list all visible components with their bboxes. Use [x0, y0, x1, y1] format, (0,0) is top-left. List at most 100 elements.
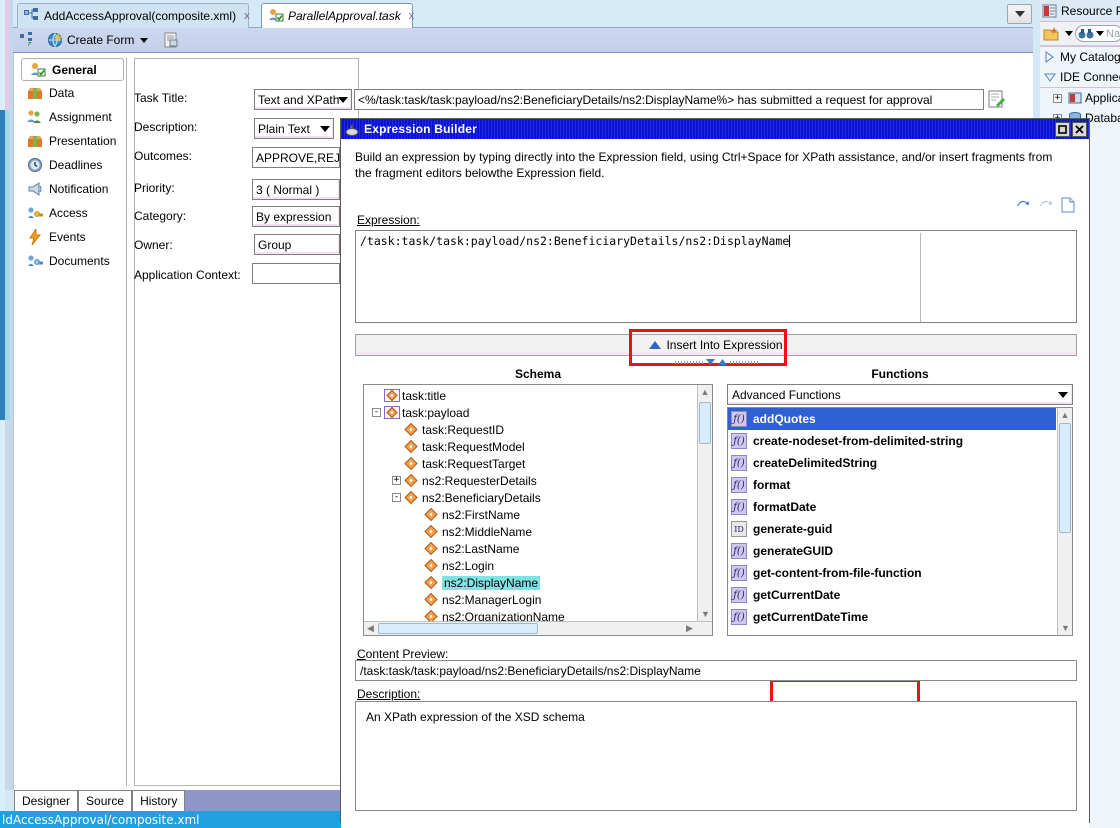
sidebar-item-general[interactable]: General	[21, 58, 124, 81]
notification-icon	[27, 181, 43, 197]
general-icon	[30, 62, 46, 78]
functions-category-select[interactable]: Advanced Functions	[727, 384, 1073, 405]
schema-tree-node[interactable]: - ns2:BeneficiaryDetails	[366, 489, 696, 506]
function-list-item[interactable]: ƒ() getCurrentDate	[728, 584, 1056, 606]
sidebar-item-assignment[interactable]: Assignment	[19, 105, 126, 129]
close-icon[interactable]	[1072, 121, 1087, 137]
function-list-item[interactable]: ƒ() addQuotes	[728, 408, 1056, 430]
tree-collapse-icon[interactable]: -	[372, 408, 381, 417]
chevron-down-icon[interactable]	[140, 37, 149, 43]
tree-expander-icon[interactable]: +	[1053, 93, 1062, 103]
chevron-down-icon[interactable]	[1065, 31, 1073, 36]
resource-row-applica[interactable]: + Applica	[1040, 88, 1120, 108]
function-list-item[interactable]: ID generate-guid	[728, 518, 1056, 540]
description-type-combo[interactable]: Plain Text	[254, 118, 334, 139]
function-list-item[interactable]: ƒ() get-content-from-file-function	[728, 562, 1056, 584]
priority-combo[interactable]: 3 ( Normal )	[252, 179, 340, 200]
schema-vscroll-thumb[interactable]	[699, 402, 711, 444]
sidebar-item-data[interactable]: Data	[19, 81, 126, 105]
insert-into-expression-button[interactable]: Insert Into Expression	[355, 334, 1077, 356]
schema-tree-node[interactable]: + ns2:RequesterDetails	[366, 472, 696, 489]
create-form-button[interactable]: Create Form	[44, 30, 151, 51]
function-list-item[interactable]: ƒ() createDelimitedString	[728, 452, 1056, 474]
form-row-application-context: Application Context:	[134, 264, 241, 286]
schema-tree-node[interactable]: ns2:DisplayName	[366, 574, 696, 591]
function-list-item[interactable]: ƒ() generateGUID	[728, 540, 1056, 562]
bottom-tab-designer[interactable]: Designer	[14, 790, 79, 811]
scroll-left-icon[interactable]: ◀	[364, 622, 377, 635]
function-list-item[interactable]: ƒ() formatDate	[728, 496, 1056, 518]
schema-tree-hscrollbar[interactable]: ◀ ▶	[364, 621, 712, 635]
task-title-edit-button[interactable]	[988, 90, 1006, 108]
sidebar-item-presentation[interactable]: Presentation	[19, 129, 126, 153]
function-list-item[interactable]: ƒ() create-nodeset-from-delimited-string	[728, 430, 1056, 452]
sidebar-item-documents[interactable]: Documents	[19, 249, 126, 273]
new-document-icon[interactable]	[1061, 197, 1075, 216]
bottom-tab-label: History	[140, 794, 178, 808]
bottom-tab-history[interactable]: History	[132, 790, 186, 811]
editor-tab-task-close-icon[interactable]: x	[409, 10, 415, 22]
deadlines-icon	[27, 157, 43, 173]
collapse-up-icon[interactable]	[717, 359, 727, 366]
schema-tree-node[interactable]: task:RequestID	[366, 421, 696, 438]
sidebar-item-deadlines[interactable]: Deadlines	[19, 153, 126, 177]
schema-tree-node[interactable]: ns2:MiddleName	[366, 523, 696, 540]
refresh-composite-button[interactable]	[17, 30, 39, 51]
sidebar-item-access[interactable]: Access	[19, 201, 126, 225]
task-title-type-combo[interactable]: Text and XPath	[254, 89, 352, 110]
description-section-label: Description:	[357, 687, 420, 701]
schema-tree-vscrollbar[interactable]: ▲ ▼	[697, 385, 712, 635]
schema-tree-node-label: task:payload	[402, 405, 470, 420]
schema-tree-node[interactable]: ns2:LastName	[366, 540, 696, 557]
redo-icon[interactable]	[1038, 197, 1054, 216]
schema-tree-node[interactable]: task:RequestModel	[366, 438, 696, 455]
functions-list[interactable]: ƒ() addQuotes ƒ() create-nodeset-from-delim…	[727, 407, 1073, 636]
schema-tree-node[interactable]: ns2:ManagerLogin	[366, 591, 696, 608]
left-accent-bar	[0, 110, 5, 420]
scroll-down-icon[interactable]: ▼	[698, 607, 712, 621]
bottom-tab-source[interactable]: Source	[78, 790, 133, 811]
schema-tree-node[interactable]: task:title	[366, 387, 696, 404]
new-connection-icon[interactable]	[1043, 26, 1061, 42]
element-bracket-icon	[384, 389, 400, 402]
scroll-down-icon[interactable]: ▼	[1058, 621, 1072, 635]
sidebar-item-notification[interactable]: Notification	[19, 177, 126, 201]
tree-expand-icon[interactable]: +	[392, 476, 401, 485]
resource-search-box[interactable]: Na	[1075, 25, 1120, 42]
category-combo[interactable]: By expression	[252, 206, 340, 227]
schema-hscroll-thumb[interactable]	[378, 623, 538, 634]
panel-splitter[interactable]	[666, 358, 766, 367]
chevron-down-icon	[338, 96, 348, 103]
scroll-up-icon[interactable]: ▲	[698, 385, 712, 399]
dialog-title-bar[interactable]: Expression Builder	[341, 119, 1089, 139]
outcomes-input[interactable]: APPROVE,REJECT	[252, 147, 340, 168]
application-context-input[interactable]	[252, 263, 340, 284]
task-title-input[interactable]: <%/task:task/task:payload/ns2:Beneficiar…	[354, 89, 984, 110]
tree-collapse-icon[interactable]: -	[392, 493, 401, 502]
undo-icon[interactable]	[1015, 197, 1031, 216]
function-list-item[interactable]: ƒ() getCurrentDateTime	[728, 606, 1056, 628]
scroll-right-icon[interactable]: ▶	[683, 622, 696, 635]
owner-combo[interactable]: Group	[254, 234, 340, 255]
editor-tab-composite[interactable]: AddAccessApproval(composite.xml) x	[17, 3, 250, 28]
schema-tree-node[interactable]: - task:payload	[366, 404, 696, 421]
sidebar-item-events[interactable]: Events	[19, 225, 126, 249]
schema-tree[interactable]: task:title - task:payload task:RequestID tas…	[363, 384, 713, 636]
tab-overflow-button[interactable]	[1007, 4, 1032, 24]
editor-tab-composite-close-icon[interactable]: x	[244, 10, 250, 22]
schema-tree-node[interactable]: ns2:FirstName	[366, 506, 696, 523]
resource-row-ide-connect[interactable]: IDE Connect	[1040, 67, 1120, 87]
generate-doc-button[interactable]	[160, 30, 182, 51]
schema-tree-node[interactable]: ns2:Login	[366, 557, 696, 574]
functions-vscroll-thumb[interactable]	[1059, 423, 1071, 533]
chevron-down-icon[interactable]	[1096, 31, 1104, 36]
maximize-icon[interactable]	[1055, 121, 1070, 137]
scroll-up-icon[interactable]: ▲	[1058, 408, 1072, 422]
functions-vscrollbar[interactable]: ▲ ▼	[1057, 408, 1072, 635]
editor-tab-task[interactable]: ParallelApproval.task x	[261, 3, 415, 28]
function-list-item[interactable]: ƒ() format	[728, 474, 1056, 496]
expression-input[interactable]: /task:task/task:payload/ns2:BeneficiaryD…	[355, 230, 1077, 323]
collapse-down-icon[interactable]	[705, 359, 715, 366]
schema-tree-node[interactable]: task:RequestTarget	[366, 455, 696, 472]
resource-row-my-catalogs[interactable]: My Catalogs	[1040, 47, 1120, 67]
